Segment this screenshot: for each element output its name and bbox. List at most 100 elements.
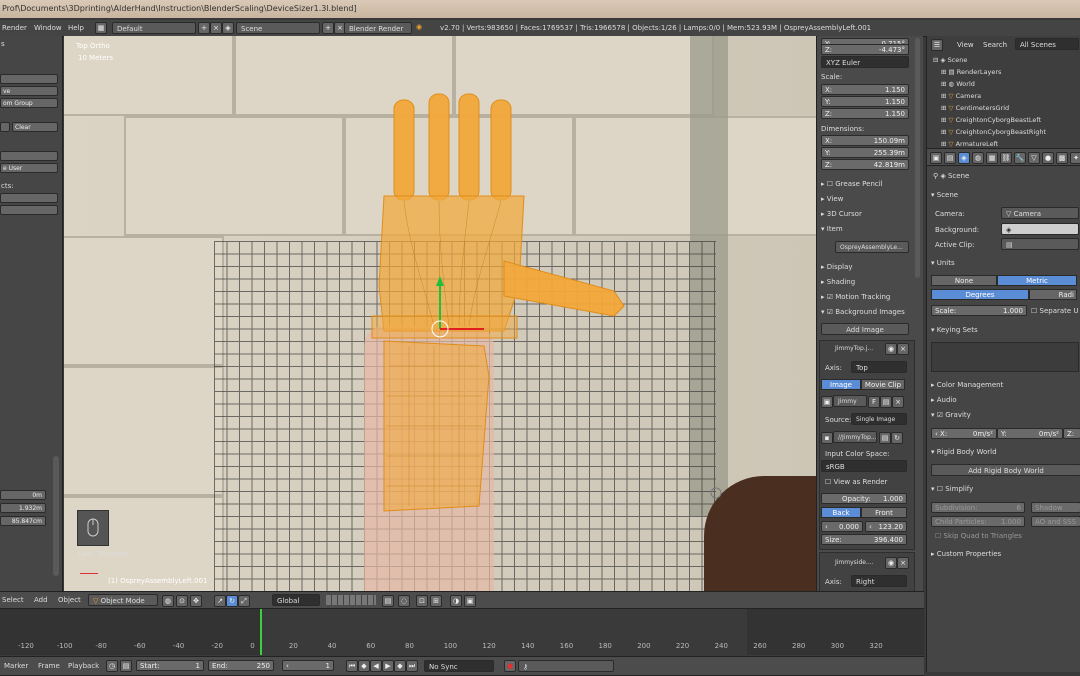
menu-marker[interactable]: Marker	[4, 660, 28, 672]
scale-z-field[interactable]: Z: 1.150	[821, 108, 909, 119]
opacity-field[interactable]: Opacity: 1.000	[821, 493, 907, 504]
location-z-field[interactable]: Z: -4.473°	[821, 44, 909, 55]
skip-quad-checkbox[interactable]: ☐ Skip Quad to Triangles	[935, 532, 1022, 540]
dimension-y-field[interactable]: Y: 255.39m	[821, 147, 909, 158]
play-reverse-icon[interactable]: ◀	[370, 660, 382, 672]
render-preview-icon[interactable]: ◑	[450, 595, 462, 607]
screen-layout-icon[interactable]: ▦	[95, 22, 107, 34]
gravity-y-field[interactable]: Y: 0m/s²	[997, 428, 1063, 439]
front-toggle[interactable]: Front	[861, 507, 907, 518]
scale-x-field[interactable]: X: 1.150	[821, 84, 909, 95]
panel-grease-pencil[interactable]: ▸ ☐ Grease Pencil	[821, 178, 915, 190]
scene-select[interactable]: Scene	[236, 22, 320, 34]
menu-add[interactable]: Add	[34, 594, 48, 606]
panel-color-management[interactable]: ▸ Color Management	[931, 379, 1077, 391]
remove-layout-icon[interactable]: ×	[210, 22, 222, 34]
fake-user-button[interactable]: F	[868, 396, 880, 408]
gravity-x-field[interactable]: ‹ X: 0m/s²	[931, 428, 997, 439]
record-icon[interactable]: ●	[504, 660, 516, 672]
tool-button-2[interactable]: ve	[0, 86, 58, 96]
texture-context-icon[interactable]: ▩	[1056, 152, 1068, 164]
outliner-menu-view[interactable]: View	[957, 41, 974, 49]
outliner-item-armatureleft[interactable]: ⊞ ▽ ArmatureLeft	[941, 140, 998, 148]
rotate-icon[interactable]: ↻	[226, 595, 238, 607]
current-frame-field[interactable]: ‹ 1	[282, 660, 334, 671]
menu-playback[interactable]: Playback	[68, 660, 99, 672]
tool-button-5[interactable]	[0, 151, 58, 161]
unit-none-button[interactable]: None	[931, 275, 997, 286]
panel-scene[interactable]: ▾ Scene	[931, 189, 1077, 201]
shelf-scrollbar[interactable]	[915, 38, 920, 278]
orientation-select[interactable]: Global	[272, 594, 320, 606]
outliner-item-cyborgbeastleft[interactable]: ⊞ ▽ CreightonCyborgBeastLeft	[941, 116, 1041, 124]
clear-button[interactable]: Clear	[12, 122, 58, 132]
panel-units[interactable]: ▾ Units	[931, 257, 1077, 269]
color-space-select[interactable]: sRGB	[821, 460, 907, 472]
ao-sss-field[interactable]: AO and SSS	[1031, 516, 1080, 527]
outliner-item-centimetersgrid[interactable]: ⊞ ▽ CentimetersGrid	[941, 104, 1009, 112]
add-scene-icon[interactable]: +	[322, 22, 334, 34]
menu-render[interactable]: Render	[2, 22, 27, 34]
view-as-render-checkbox[interactable]: ☐ View as Render	[825, 478, 887, 486]
viewport-shading-icon[interactable]: ◍	[162, 595, 174, 607]
next-keyframe-icon[interactable]: ◆	[394, 660, 406, 672]
item-name-field[interactable]: OspreyAssemblyLe...	[835, 241, 909, 253]
add-image-button[interactable]: Add Image	[821, 323, 909, 335]
tool-button-8[interactable]	[0, 205, 58, 215]
shadow-samples-field[interactable]: Shadow Sam	[1031, 502, 1080, 523]
tool-button-4[interactable]	[0, 122, 10, 132]
panel-motion-tracking[interactable]: ▸ ☑ Motion Tracking	[821, 291, 915, 303]
mode-select[interactable]: ▽ Object Mode	[88, 594, 158, 606]
value-field-2[interactable]: 1.932m	[0, 503, 46, 513]
child-particles-field[interactable]: Child Particles: 1.000	[931, 516, 1025, 527]
start-frame-field[interactable]: Start: 1	[136, 660, 204, 671]
panel-gravity[interactable]: ▾ ☑ Gravity	[931, 409, 1077, 421]
outliner-item-scene[interactable]: ⊟ ◈ Scene	[933, 56, 967, 64]
unit-metric-button[interactable]: Metric	[997, 275, 1077, 286]
value-field-3[interactable]: 85.847cm	[0, 516, 46, 526]
radians-button[interactable]: Radi	[1029, 289, 1077, 300]
scene-icon[interactable]: ◈	[222, 22, 234, 34]
render-anim-icon[interactable]: ▣	[464, 595, 476, 607]
menu-help[interactable]: Help	[68, 22, 84, 34]
outliner-item-cyborgbeastright[interactable]: ⊞ ▽ CreightonCyborgBeastRight	[941, 128, 1046, 136]
subdivision-field[interactable]: Subdivision: 6	[931, 502, 1025, 513]
axis-select[interactable]: Top	[851, 361, 907, 373]
outliner-display-select[interactable]: All Scenes	[1015, 38, 1079, 50]
jump-start-icon[interactable]: ⏮	[346, 660, 358, 672]
tool-button-7[interactable]	[0, 193, 58, 203]
panel-background-images[interactable]: ▾ ☑ Background Images	[821, 306, 915, 318]
outliner-menu-search[interactable]: Search	[983, 41, 1007, 49]
particles-context-icon[interactable]: ✦	[1070, 152, 1080, 164]
panel-view[interactable]: ▸ View	[821, 193, 915, 205]
hand-wireframe[interactable]	[64, 36, 816, 591]
tool-shelf-scrollbar[interactable]	[53, 456, 59, 576]
proportional-edit-icon[interactable]: ◌	[398, 595, 410, 607]
dimension-x-field[interactable]: X: 150.09m	[821, 135, 909, 146]
keying-sets-list[interactable]	[931, 342, 1079, 372]
panel-simplify[interactable]: ▾ ☐ Simplify	[931, 483, 1077, 495]
snap-icon[interactable]: ⊡	[416, 595, 428, 607]
add-rigid-body-world-button[interactable]: Add Rigid Body World	[931, 464, 1080, 476]
layers-context-icon[interactable]: ▤	[944, 152, 956, 164]
material-context-icon[interactable]: ●	[1042, 152, 1054, 164]
separate-units-checkbox[interactable]: ☐ Separate U	[1031, 307, 1079, 315]
dimension-z-field[interactable]: Z: 42.819m	[821, 159, 909, 170]
eye-icon[interactable]: ◉	[885, 557, 897, 569]
outliner-item-world[interactable]: ⊞ ◍ World	[941, 80, 975, 88]
keying-set-field[interactable]: ⚷	[518, 660, 614, 672]
snap-element-icon[interactable]: ⊞	[430, 595, 442, 607]
gravity-z-field[interactable]: Z:	[1063, 428, 1080, 439]
remove-bg-icon[interactable]: ×	[897, 343, 909, 355]
render-context-icon[interactable]: ▣	[930, 152, 942, 164]
data-context-icon[interactable]: ▽	[1028, 152, 1040, 164]
play-icon[interactable]: ▶	[382, 660, 394, 672]
scale-icon[interactable]: ⤢	[238, 595, 250, 607]
back-toggle[interactable]: Back	[821, 507, 861, 518]
tool-button-6[interactable]: e User	[0, 163, 58, 173]
size-field[interactable]: Size: 396.400	[821, 534, 907, 545]
current-frame-indicator[interactable]	[260, 609, 262, 655]
axis-select-2[interactable]: Right	[851, 575, 907, 587]
pivot-point-icon[interactable]: ⊙	[176, 595, 188, 607]
offset-x-field[interactable]: ‹ 0.000	[821, 521, 863, 532]
